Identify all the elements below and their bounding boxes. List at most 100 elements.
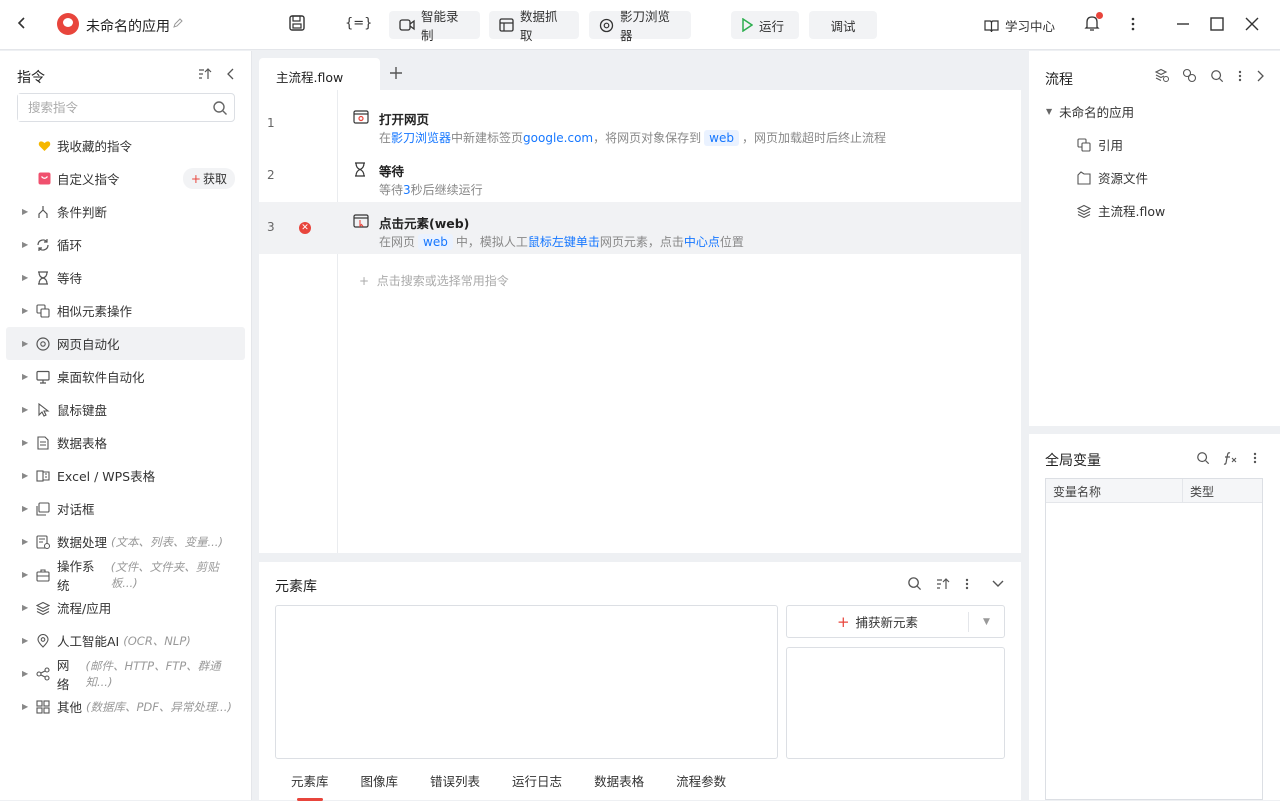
- capture-element-button[interactable]: + 捕获新元素: [787, 611, 969, 632]
- command-category[interactable]: ▶ 鼠标键盘: [6, 393, 245, 426]
- command-category[interactable]: ▶ 数据表格: [6, 426, 245, 459]
- add-command-hint[interactable]: + 点击搜索或选择常用指令: [359, 272, 509, 289]
- tab-error-list[interactable]: 错误列表: [430, 771, 480, 790]
- tab-run-log[interactable]: 运行日志: [512, 771, 562, 790]
- command-category[interactable]: ▶ 循环: [6, 228, 245, 261]
- tree-item-resources[interactable]: 资源文件: [1077, 168, 1148, 187]
- custom-commands-label: 自定义指令: [57, 172, 120, 187]
- plus-icon: +: [359, 274, 377, 288]
- sort-icon[interactable]: [936, 577, 950, 591]
- copy-icon: [36, 303, 50, 318]
- more-icon[interactable]: [1237, 69, 1243, 83]
- bottom-tabs: 元素库 图像库 错误列表 运行日志 数据表格 流程参数: [291, 771, 726, 801]
- get-label: 获取: [202, 172, 227, 186]
- custom-commands-item[interactable]: 自定义指令 + 获取: [6, 162, 245, 195]
- flow-panel: 流程 ▼ 未命名的应用 引用 资源文件 主流程.flow: [1029, 51, 1280, 426]
- command-category[interactable]: ▶ 对话框: [6, 492, 245, 525]
- command-category[interactable]: ▶ 数据处理 (文本、列表、变量...): [6, 525, 245, 558]
- error-icon[interactable]: ✕: [299, 222, 311, 234]
- smart-record-button[interactable]: 智能录制: [389, 9, 480, 43]
- maximize-icon[interactable]: [1209, 15, 1225, 33]
- grid-icon: [36, 699, 50, 714]
- search-icon[interactable]: [1196, 451, 1210, 465]
- caret-right-icon: ▶: [22, 702, 29, 711]
- back-icon[interactable]: [14, 15, 30, 31]
- chevron-down-icon[interactable]: [992, 580, 1004, 588]
- close-icon[interactable]: [1244, 15, 1260, 33]
- command-category[interactable]: ▶ 网络 (邮件、HTTP、FTP、群通知...): [6, 657, 245, 692]
- minimize-icon[interactable]: [1175, 15, 1191, 33]
- command-category[interactable]: ▶ 条件判断: [6, 195, 245, 228]
- command-category[interactable]: ▶ Excel / WPS表格: [6, 459, 245, 492]
- sort-icon[interactable]: [198, 67, 212, 81]
- command-category[interactable]: ▶ 等待: [6, 261, 245, 294]
- command-search-box: [17, 93, 235, 122]
- tab-element-library[interactable]: 元素库: [291, 771, 329, 801]
- command-category-label: 数据表格: [57, 436, 108, 451]
- capture-label: 捕获新元素: [855, 615, 919, 630]
- command-category[interactable]: ▶ 操作系统 (文件、文件夹、剪贴板...): [6, 558, 245, 593]
- search-icon[interactable]: [212, 100, 228, 116]
- command-category[interactable]: ▶ 其他 (数据库、PDF、异常处理...): [6, 690, 245, 723]
- tree-root[interactable]: ▼ 未命名的应用: [1046, 102, 1134, 121]
- tab-image-library[interactable]: 图像库: [361, 771, 399, 790]
- caret-right-icon: ▶: [22, 405, 29, 414]
- caret-right-icon: ▶: [22, 471, 29, 480]
- tab-main-flow[interactable]: 主流程.flow: [259, 58, 380, 90]
- caret-right-icon: ▶: [22, 372, 29, 381]
- add-module-icon[interactable]: [1182, 68, 1197, 83]
- command-category[interactable]: ▶ 桌面软件自动化: [6, 360, 245, 393]
- command-category-label: 桌面软件自动化: [57, 370, 145, 385]
- command-category-hint: (文件、文件夹、剪贴板...): [110, 559, 219, 590]
- data-scrape-button[interactable]: 数据抓取: [489, 9, 579, 43]
- tab-data-table[interactable]: 数据表格: [594, 771, 644, 790]
- more-icon[interactable]: [1252, 451, 1258, 465]
- edit-icon[interactable]: [172, 17, 184, 29]
- tree-item-references[interactable]: 引用: [1077, 135, 1123, 154]
- learning-center-button[interactable]: 学习中心: [984, 16, 1055, 35]
- debug-button[interactable]: 调试: [809, 11, 877, 39]
- command-search-input[interactable]: [18, 94, 198, 121]
- element-list[interactable]: [275, 605, 778, 759]
- more-icon[interactable]: [1126, 15, 1140, 33]
- chevron-right-icon[interactable]: [1256, 70, 1264, 82]
- format-button[interactable]: {=}: [345, 16, 372, 31]
- save-icon[interactable]: [288, 14, 306, 32]
- browser-button[interactable]: 影刀浏览器: [589, 9, 691, 43]
- chrome-icon: [599, 18, 614, 33]
- bell-icon[interactable]: [1084, 12, 1103, 32]
- add-tab-icon[interactable]: [389, 66, 403, 80]
- search-icon[interactable]: [907, 576, 922, 591]
- toolbox-icon: [36, 568, 50, 582]
- flow-step-2[interactable]: 2 等待 等待3秒后继续运行: [259, 150, 1021, 202]
- dialog-icon: [36, 501, 50, 516]
- command-category[interactable]: ▶ 网页自动化: [6, 327, 245, 360]
- more-icon[interactable]: [964, 577, 970, 591]
- collapse-panel-icon[interactable]: [226, 67, 236, 81]
- tree-item-main-flow[interactable]: 主流程.flow: [1077, 201, 1165, 220]
- favorites-label: 我收藏的指令: [57, 139, 133, 154]
- get-commands-button[interactable]: + 获取: [182, 168, 235, 189]
- run-button[interactable]: 运行: [731, 11, 799, 39]
- capture-dropdown-icon[interactable]: ▼: [969, 617, 1004, 627]
- command-category[interactable]: ▶ 人工智能AI (OCR、NLP): [6, 624, 245, 657]
- copy-icon: [1077, 137, 1091, 152]
- favorites-item[interactable]: 我收藏的指令: [6, 129, 245, 162]
- add-flow-icon[interactable]: [1154, 68, 1169, 83]
- app-logo-icon: [57, 13, 79, 35]
- caret-right-icon: ▶: [22, 537, 29, 546]
- command-category-label: 条件判断: [57, 205, 108, 220]
- caret-right-icon: ▶: [22, 273, 29, 282]
- flow-step-1[interactable]: 1 打开网页 在影刀浏览器中新建标签页google.com，将网页对象保存到 we…: [259, 98, 1021, 150]
- step-number: 3: [267, 220, 275, 234]
- commands-title: 指令: [17, 70, 45, 86]
- branch-icon: [36, 205, 50, 219]
- caret-right-icon: ▶: [22, 240, 29, 249]
- command-category[interactable]: ▶ 相似元素操作: [6, 294, 245, 327]
- search-icon[interactable]: [1210, 69, 1224, 83]
- command-category[interactable]: ▶ 流程/应用: [6, 591, 245, 624]
- command-category-label: 相似元素操作: [57, 304, 133, 319]
- tab-flow-params[interactable]: 流程参数: [676, 771, 726, 790]
- function-icon[interactable]: [1223, 451, 1239, 465]
- flow-step-3[interactable]: 3 ✕ 点击元素(web) 在网页 web 中，模拟人工鼠标左键单击网页元素，点击中…: [259, 202, 1021, 254]
